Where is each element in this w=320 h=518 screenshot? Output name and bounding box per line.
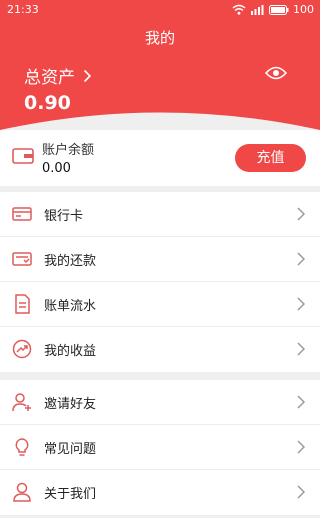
menu-item-label: 我的还款 <box>44 254 97 269</box>
chevron-right-icon <box>297 252 305 266</box>
menu-item-my-earnings[interactable]: 我的收益 <box>0 327 320 372</box>
menu-item-bill-flow[interactable]: 账单流水 <box>0 282 320 327</box>
menu-group-1: 银行卡 我的还款 账单流水 我的收益 <box>0 192 320 372</box>
chevron-right-icon <box>83 69 92 82</box>
wallet-icon <box>12 148 34 164</box>
chevron-right-icon <box>297 440 305 454</box>
battery-level: 100 <box>293 3 314 16</box>
menu-item-label: 常见问题 <box>44 442 97 457</box>
eye-icon[interactable] <box>265 66 287 80</box>
menu-item-faq[interactable]: 常见问题 <box>0 425 320 470</box>
signal-icon <box>251 5 264 15</box>
chevron-right-icon <box>297 342 305 356</box>
menu-item-bank-card[interactable]: 银行卡 <box>0 192 320 237</box>
header: 21:33 100 我的 总资产 0.90 <box>0 0 320 145</box>
menu-item-about-us[interactable]: 关于我们 <box>0 470 320 515</box>
bill-flow-icon <box>15 294 30 314</box>
menu-group-2: 邀请好友 常见问题 关于我们 <box>0 380 320 515</box>
wifi-icon <box>232 4 246 15</box>
bank-card-icon <box>12 207 32 221</box>
menu-item-label: 关于我们 <box>44 487 97 502</box>
total-assets-link[interactable]: 总资产 <box>24 63 92 88</box>
balance-card: 账户余额 0.00 充值 <box>0 130 320 186</box>
earnings-icon <box>12 339 32 359</box>
invite-friend-icon <box>12 393 31 412</box>
chevron-right-icon <box>297 207 305 221</box>
recharge-button[interactable]: 充值 <box>235 144 306 172</box>
about-us-icon <box>13 482 31 502</box>
faq-icon <box>15 438 29 456</box>
chevron-right-icon <box>297 297 305 311</box>
chevron-right-icon <box>297 395 305 409</box>
total-assets-value: 0.90 <box>24 92 71 114</box>
balance-value: 0.00 <box>42 161 71 176</box>
status-bar: 21:33 100 <box>0 0 320 20</box>
chevron-right-icon <box>297 485 305 499</box>
menu-item-label: 账单流水 <box>44 299 97 314</box>
total-assets-label: 总资产 <box>24 68 75 88</box>
menu-item-invite-friends[interactable]: 邀请好友 <box>0 380 320 425</box>
menu-item-my-repayment[interactable]: 我的还款 <box>0 237 320 282</box>
repayment-icon <box>12 252 32 266</box>
status-time: 21:33 <box>7 3 39 16</box>
balance-label: 账户余额 <box>42 143 95 158</box>
status-right: 100 <box>232 3 314 16</box>
battery-icon <box>269 4 289 15</box>
menu-item-label: 我的收益 <box>44 344 97 359</box>
menu-item-label: 银行卡 <box>44 209 84 224</box>
menu-item-label: 邀请好友 <box>44 397 97 412</box>
page-title: 我的 <box>144 29 175 47</box>
